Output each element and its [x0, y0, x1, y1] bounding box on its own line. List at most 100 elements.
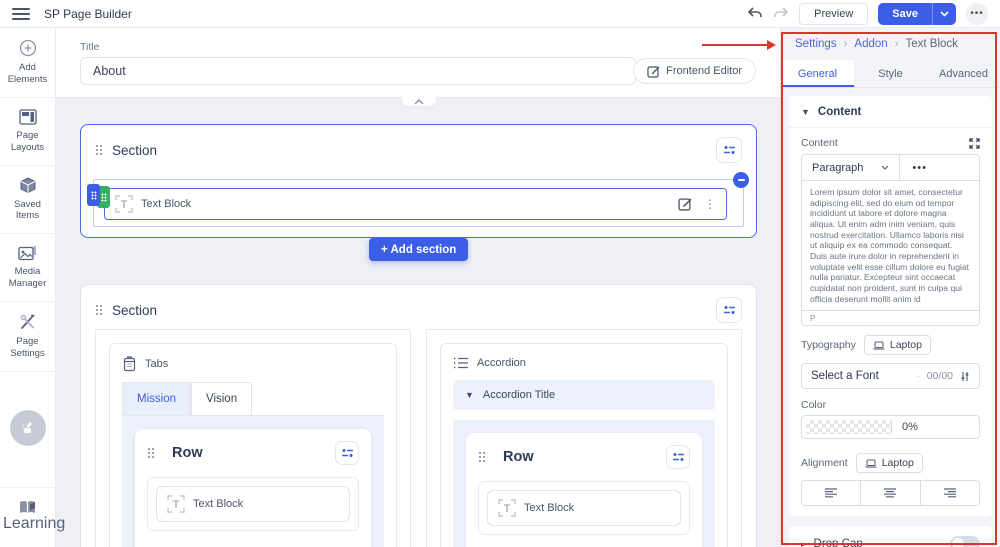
panel-tabs: General Style Advanced	[781, 60, 1000, 88]
row-settings-button[interactable]	[666, 445, 690, 469]
breadcrumb-addon[interactable]: Addon	[854, 38, 887, 50]
editor-more-button[interactable]: •••	[900, 155, 939, 180]
more-options-button[interactable]: •••	[966, 3, 988, 25]
dropcap-toggle[interactable]	[950, 536, 980, 547]
row-label: Row	[172, 445, 203, 461]
addon-label: Text Block	[141, 198, 191, 210]
tab-mission[interactable]: Mission	[122, 382, 191, 415]
drag-handle-icon[interactable]	[95, 144, 103, 156]
redo-button[interactable]	[773, 7, 789, 20]
breadcrumb-separator: ›	[895, 38, 899, 50]
tab-vision[interactable]: Vision	[191, 382, 252, 415]
section-2[interactable]: Section Tabs Mission Vision	[80, 284, 757, 547]
caret-down-icon: ▼	[465, 390, 474, 400]
accordion-content-area: Row T Text Block	[453, 420, 715, 547]
frontend-editor-button[interactable]: Frontend Editor	[633, 58, 756, 84]
column-accordion[interactable]: Accordion ▼ Accordion Title Row	[426, 329, 742, 547]
avatar-circle[interactable]	[10, 410, 46, 446]
sliders-icon	[341, 448, 354, 458]
drag-handle-icon[interactable]	[478, 451, 486, 463]
text-block-icon: T	[498, 499, 516, 517]
column-tabs[interactable]: Tabs Mission Vision Row	[95, 329, 411, 547]
tab-advanced[interactable]: Advanced	[927, 60, 1000, 87]
row-element[interactable]: Row T Text Block	[466, 433, 702, 547]
font-size-separator: ·	[916, 371, 919, 382]
typography-device-chip[interactable]: Laptop	[864, 335, 931, 355]
align-right-button[interactable]	[920, 481, 979, 505]
laptop-icon	[873, 341, 885, 350]
layout-icon	[19, 109, 37, 125]
paragraph-dropdown[interactable]: Paragraph	[802, 155, 900, 180]
editor-textarea[interactable]: Lorem ipsum dolor sit amet, consectetur …	[802, 181, 979, 310]
cube-icon	[19, 177, 37, 194]
tab-general[interactable]: General	[781, 60, 854, 87]
column-drag-handle[interactable]	[87, 184, 100, 206]
alignment-label: Alignment	[801, 457, 848, 469]
undo-button[interactable]	[747, 7, 763, 20]
section-settings-button[interactable]	[716, 137, 742, 163]
dropcap-group-card: ▸ Drop Cap	[789, 526, 992, 547]
sidebar-item-page-layouts[interactable]: Page Layouts	[0, 98, 55, 166]
group-title: Content	[818, 106, 861, 118]
collapse-header-tab[interactable]	[401, 97, 437, 107]
accordion-addon[interactable]: Accordion ▼ Accordion Title Row	[440, 343, 728, 547]
section-settings-button[interactable]	[716, 297, 742, 323]
page-title-input[interactable]	[80, 57, 636, 85]
drag-handle-icon[interactable]	[147, 447, 155, 459]
sidebar-item-label: Page Settings	[3, 336, 52, 360]
sidebar-item-saved-items[interactable]: Saved Items	[0, 166, 55, 235]
collapse-column-button[interactable]	[733, 172, 749, 188]
content-group-header[interactable]: ▼ Content	[801, 106, 980, 118]
color-opacity-value[interactable]: 0%	[892, 416, 979, 438]
hamburger-menu-icon[interactable]	[12, 8, 30, 20]
drag-handle-icon[interactable]	[95, 304, 103, 316]
column-wrapper: T Text Block	[478, 481, 690, 535]
plus-circle-icon	[19, 39, 37, 57]
caret-right-icon: ▸	[801, 539, 806, 547]
save-dropdown-button[interactable]	[932, 3, 956, 25]
sidebar-item-page-settings[interactable]: Page Settings	[0, 302, 55, 372]
accordion-addon-label: Accordion	[477, 357, 526, 369]
font-size-value: 00/00	[927, 370, 953, 382]
color-swatch[interactable]	[806, 420, 892, 434]
addon-menu-icon[interactable]: ⋮	[704, 198, 716, 210]
row-element[interactable]: Row T Text Block	[135, 429, 371, 547]
tabs-addon-icon	[122, 356, 137, 372]
add-section-button[interactable]: + Add section	[369, 238, 468, 261]
align-center-icon	[883, 488, 897, 498]
text-block-icon: T	[167, 495, 185, 513]
expand-icon[interactable]	[969, 138, 980, 149]
align-left-button[interactable]	[802, 481, 860, 505]
sidebar-item-learning[interactable]: Learning	[0, 487, 55, 547]
alignment-device-chip[interactable]: Laptop	[856, 453, 923, 473]
edit-square-icon	[647, 65, 660, 78]
addon-label: Text Block	[524, 502, 574, 514]
addon-label: Text Block	[193, 498, 243, 510]
align-center-button[interactable]	[860, 481, 919, 505]
text-block-addon[interactable]: T Text Block	[156, 486, 350, 522]
app-title: SP Page Builder	[44, 7, 132, 21]
tab-style[interactable]: Style	[854, 60, 927, 87]
row-settings-button[interactable]	[335, 441, 359, 465]
section-1[interactable]: Section T Text Block ⋮	[80, 124, 757, 238]
font-select-value: Select a Font	[811, 370, 879, 382]
row-container[interactable]: T Text Block ⋮	[93, 179, 744, 227]
preview-button[interactable]: Preview	[799, 3, 868, 25]
book-icon	[18, 500, 37, 515]
accordion-title-bar[interactable]: ▼ Accordion Title	[453, 380, 715, 410]
chevron-down-icon	[881, 165, 889, 170]
dropcap-group-header[interactable]: ▸ Drop Cap	[801, 538, 863, 547]
sidebar-item-media-manager[interactable]: Media Manager	[0, 234, 55, 302]
svg-text:T: T	[173, 499, 180, 511]
save-button[interactable]: Save	[878, 3, 932, 25]
content-field-label: Content	[801, 137, 838, 149]
breadcrumb-settings[interactable]: Settings	[795, 38, 837, 50]
text-block-addon-selected[interactable]: T Text Block ⋮	[104, 188, 727, 220]
sliders-vertical-icon[interactable]	[960, 371, 970, 382]
text-block-addon[interactable]: T Text Block	[487, 490, 681, 526]
svg-text:T: T	[121, 199, 128, 211]
edit-addon-icon[interactable]	[678, 197, 692, 211]
font-select-field[interactable]: Select a Font · 00/00	[801, 363, 980, 389]
sidebar-item-add-elements[interactable]: Add Elements	[0, 28, 55, 98]
tabs-addon[interactable]: Tabs Mission Vision Row	[109, 343, 397, 547]
